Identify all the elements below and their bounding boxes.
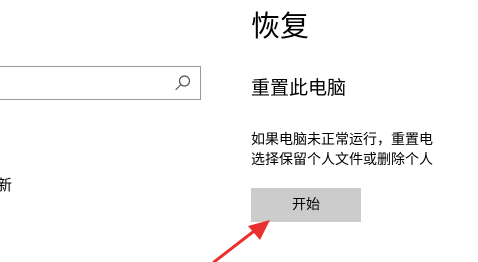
sidebar-item-label[interactable]: 新 bbox=[0, 174, 12, 196]
arrow-icon bbox=[212, 220, 270, 262]
page-title: 恢复 bbox=[251, 9, 310, 43]
reset-pc-heading: 重置此电脑 bbox=[251, 77, 347, 99]
search-icon bbox=[175, 75, 191, 91]
search-input[interactable] bbox=[0, 66, 201, 100]
settings-window: 新 恢复 重置此电脑 如果电脑未正常运行，重置电 选择保留个人文件或删除个人 开… bbox=[0, 0, 478, 262]
description-line: 如果电脑未正常运行，重置电 bbox=[251, 132, 433, 148]
reset-pc-description: 如果电脑未正常运行，重置电 选择保留个人文件或删除个人 bbox=[251, 130, 478, 170]
description-line: 选择保留个人文件或删除个人 bbox=[251, 152, 433, 168]
